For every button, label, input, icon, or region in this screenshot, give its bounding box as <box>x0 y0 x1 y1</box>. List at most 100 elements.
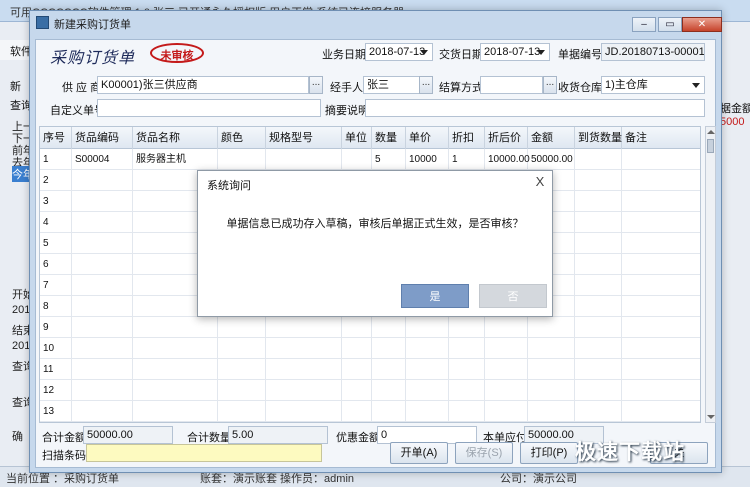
table-cell[interactable] <box>133 380 218 401</box>
scroll-thumb[interactable] <box>707 139 714 153</box>
table-cell[interactable] <box>449 401 485 422</box>
table-row[interactable]: 1 S00004 服务器主机 5 10000 1 10000.00 50000.00 <box>40 149 700 170</box>
table-cell[interactable]: 4 <box>40 212 72 233</box>
side-confirm[interactable]: 确 <box>12 428 23 444</box>
table-cell[interactable] <box>72 317 133 338</box>
table-cell[interactable]: 11 <box>40 359 72 380</box>
table-cell[interactable] <box>485 338 528 359</box>
background-menu[interactable]: 软件 <box>0 40 32 60</box>
table-row[interactable]: 13 <box>40 401 700 422</box>
table-cell[interactable] <box>528 380 575 401</box>
table-cell[interactable] <box>575 275 622 296</box>
col-unit[interactable]: 单位 <box>342 127 372 149</box>
restore-button[interactable]: ▭ <box>658 17 682 32</box>
table-cell[interactable] <box>622 275 700 296</box>
table-cell[interactable] <box>575 359 622 380</box>
table-cell[interactable] <box>72 359 133 380</box>
table-cell[interactable] <box>266 401 342 422</box>
table-cell[interactable] <box>218 338 266 359</box>
supplier-field[interactable]: K00001)张三供应商 <box>97 76 309 94</box>
window-titlebar[interactable]: 新建采购订货单 – ▭ ✕ <box>30 11 722 35</box>
table-cell[interactable] <box>133 317 218 338</box>
col-amount[interactable]: 金额 <box>528 127 575 149</box>
table-cell[interactable] <box>72 380 133 401</box>
table-cell[interactable] <box>72 296 133 317</box>
dialog-titlebar[interactable]: 系统询问 <box>198 171 552 195</box>
table-cell[interactable] <box>485 380 528 401</box>
table-cell[interactable] <box>372 380 406 401</box>
dialog-yes-button[interactable]: 是 <box>401 284 469 308</box>
table-cell[interactable] <box>342 338 372 359</box>
summary-field[interactable] <box>365 99 705 117</box>
table-cell[interactable] <box>342 380 372 401</box>
table-cell[interactable] <box>575 254 622 275</box>
table-cell[interactable] <box>406 380 449 401</box>
table-cell[interactable] <box>622 317 700 338</box>
dialog-close-icon[interactable]: X <box>533 175 547 189</box>
table-cell[interactable] <box>266 149 342 170</box>
table-cell[interactable] <box>218 380 266 401</box>
warehouse-field[interactable]: 1)主仓库 <box>601 76 705 94</box>
col-seq[interactable]: 序号 <box>40 127 72 149</box>
table-cell[interactable] <box>622 380 700 401</box>
table-cell[interactable] <box>485 317 528 338</box>
table-cell[interactable] <box>622 338 700 359</box>
print-button[interactable]: 打印(P) <box>520 442 578 464</box>
table-cell[interactable]: 9 <box>40 317 72 338</box>
biz-date-field[interactable]: 2018-07-13 <box>365 43 433 61</box>
delivery-date-field[interactable]: 2018-07-13 <box>480 43 550 61</box>
minimize-button[interactable]: – <box>632 17 656 32</box>
table-cell[interactable]: 6 <box>40 254 72 275</box>
table-row[interactable]: 12 <box>40 380 700 401</box>
table-cell[interactable] <box>342 149 372 170</box>
table-cell[interactable]: 1 <box>449 149 485 170</box>
table-cell[interactable] <box>622 401 700 422</box>
col-name[interactable]: 货品名称 <box>133 127 218 149</box>
table-cell[interactable] <box>575 296 622 317</box>
table-cell[interactable] <box>622 254 700 275</box>
table-cell[interactable] <box>575 212 622 233</box>
table-row[interactable]: 10 <box>40 338 700 359</box>
table-cell[interactable] <box>406 317 449 338</box>
table-cell[interactable] <box>372 401 406 422</box>
table-cell[interactable] <box>406 338 449 359</box>
table-cell[interactable] <box>372 338 406 359</box>
table-cell[interactable] <box>449 380 485 401</box>
table-cell[interactable] <box>575 191 622 212</box>
table-cell[interactable] <box>218 317 266 338</box>
table-cell[interactable] <box>622 191 700 212</box>
table-cell[interactable]: 50000.00 <box>528 149 575 170</box>
table-cell[interactable] <box>528 317 575 338</box>
table-cell[interactable] <box>72 212 133 233</box>
supplier-lookup-button[interactable]: ... <box>309 76 323 94</box>
table-cell[interactable] <box>72 254 133 275</box>
col-price[interactable]: 单价 <box>406 127 449 149</box>
col-code[interactable]: 货品编码 <box>72 127 133 149</box>
table-cell[interactable]: 5 <box>40 233 72 254</box>
table-cell[interactable] <box>72 233 133 254</box>
table-cell[interactable] <box>218 149 266 170</box>
col-net-price[interactable]: 折后价 <box>485 127 528 149</box>
table-cell[interactable] <box>622 233 700 254</box>
table-cell[interactable] <box>622 149 700 170</box>
col-spec[interactable]: 规格型号 <box>266 127 342 149</box>
scan-barcode-input[interactable] <box>86 444 322 462</box>
table-cell[interactable]: 10000 <box>406 149 449 170</box>
scroll-down-icon[interactable] <box>707 415 715 419</box>
table-cell[interactable] <box>72 170 133 191</box>
settle-lookup-button[interactable]: ... <box>543 76 557 94</box>
grid-scrollbar[interactable] <box>705 126 716 423</box>
table-cell[interactable] <box>575 233 622 254</box>
table-cell[interactable] <box>266 359 342 380</box>
table-cell[interactable]: 7 <box>40 275 72 296</box>
table-cell[interactable] <box>372 359 406 380</box>
table-cell[interactable] <box>575 170 622 191</box>
save-button[interactable]: 保存(S) <box>455 442 513 464</box>
table-cell[interactable] <box>72 338 133 359</box>
col-qty[interactable]: 数量 <box>372 127 406 149</box>
table-cell[interactable] <box>266 338 342 359</box>
table-cell[interactable] <box>342 317 372 338</box>
table-cell[interactable] <box>449 359 485 380</box>
table-cell[interactable]: 服务器主机 <box>133 149 218 170</box>
table-cell[interactable] <box>449 338 485 359</box>
